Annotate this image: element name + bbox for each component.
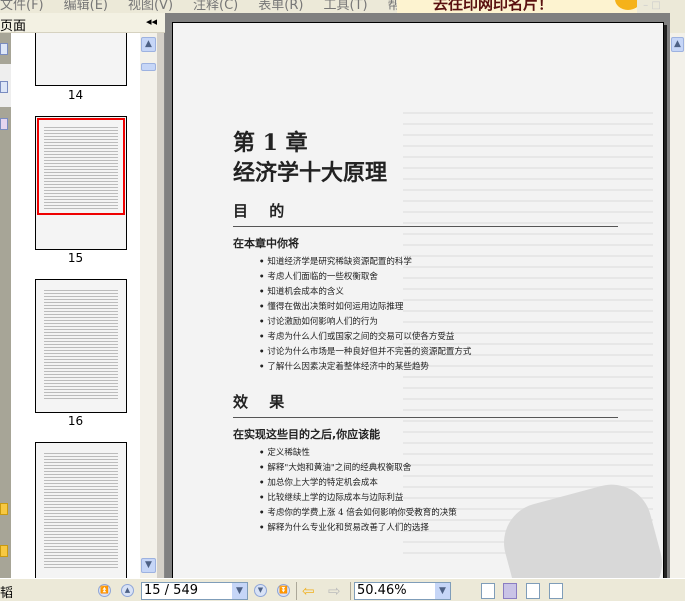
continuous-facing-view-icon[interactable] [549,583,563,599]
status-text: 韬 [0,586,14,601]
pdf-page: 第 1 章 经济学十大原理 目 的 在本章中你将 知道经济学是研究稀缺资源配置的… [172,22,664,578]
list-item: 解释"大炮和黄油"之间的经典权衡取舍 [259,461,618,476]
zoom-value: 50.46% [357,583,407,598]
menu-comment[interactable]: 注释(C) [193,0,238,13]
status-toolbar: 韬 ⏫ ▲ 15 / 549 ▼ ▼ ⏬ ⇦ ⇨ 50.46% ▼ [0,578,685,601]
list-item: 考虑你的学费上涨 4 倍会如何影响你受教育的决策 [259,506,618,521]
pages-panel-header: 页面 ◂◂ [0,13,165,34]
outcomes-list: 定义稀缺性 解释"大炮和黄油"之间的经典权衡取舍 加总你上大学的特定机会成本 比… [259,446,618,536]
first-page-button[interactable]: ⏫ [98,584,111,597]
continuous-view-icon[interactable] [503,583,517,599]
list-item: 比较继续上学的边际成本与边际利益 [259,491,618,506]
window-controls[interactable]: – □ [640,0,685,13]
page-thumbnail-17[interactable] [35,442,127,578]
ad-banner[interactable]: 去往印网印名片！ [397,0,637,13]
list-item: 考虑人们面临的一些权衡取舍 [259,270,618,285]
notes-icon[interactable] [0,545,8,557]
section-heading: 目 的 [233,202,293,220]
facing-view-icon[interactable] [526,583,540,599]
scroll-thumb[interactable] [141,63,156,71]
list-item: 解释为什么专业化和贸易改善了人们的选择 [259,521,618,536]
list-item: 懂得在做出决策时如何运用边际推理 [259,300,618,315]
list-item: 讨论为什么市场是一种良好但并不完善的资源配置方式 [259,345,618,360]
banner-text: 去往印网印名片！ [433,0,554,13]
section-subheading: 在实现这些目的之后,你应该能 [233,428,381,441]
menu-view[interactable]: 视图(V) [128,0,173,13]
panel-splitter[interactable] [157,33,165,578]
next-page-button[interactable]: ▼ [254,584,267,597]
last-page-button[interactable]: ⏬ [277,584,290,597]
thumbnail-label: 16 [67,414,84,428]
section-subheading: 在本章中你将 [233,237,299,250]
list-item: 了解什么因素决定着整体经济中的某些趋势 [259,360,618,375]
panel-title: 页面 [0,19,27,34]
document-view: 第 1 章 经济学十大原理 目 的 在本章中你将 知道经济学是研究稀缺资源配置的… [165,13,670,578]
chevron-down-icon[interactable]: ▼ [435,583,450,599]
single-page-view-icon[interactable] [481,583,495,599]
previous-page-button[interactable]: ▲ [121,584,134,597]
list-item: 考虑为什么人们或国家之间的交易可以使各方受益 [259,330,618,345]
scroll-up-icon[interactable]: ▲ [671,37,684,52]
list-item: 讨论激励如何影响人们的行为 [259,315,618,330]
zoom-field[interactable]: 50.46% ▼ [354,582,451,600]
bookmarks-icon[interactable] [0,43,8,55]
back-arrow-icon[interactable]: ⇦ [302,582,315,600]
menu-form[interactable]: 表单(R) [258,0,303,13]
scroll-down-icon[interactable]: ▼ [141,558,156,573]
thumbnail-label: 15 [67,251,84,265]
list-item: 知道经济学是研究稀缺资源配置的科学 [259,255,618,270]
viewport-selection-frame[interactable] [37,118,125,215]
menu-edit[interactable]: 编辑(E) [64,0,108,13]
list-item: 定义稀缺性 [259,446,618,461]
thumbnail-scrollbar[interactable]: ▲ ▼ [140,33,157,578]
chapter-title: 经济学十大原理 [233,160,388,186]
scroll-up-icon[interactable]: ▲ [141,37,156,52]
goals-list: 知道经济学是研究稀缺资源配置的科学 考虑人们面临的一些权衡取舍 知道机会成本的含… [259,255,618,375]
thumbnail-list: 14 15 16 [11,33,140,578]
list-item: 知道机会成本的含义 [259,285,618,300]
page-thumbnail-14[interactable] [35,33,127,86]
forward-arrow-icon[interactable]: ⇨ [328,582,341,600]
document-scrollbar[interactable]: ▲ [670,33,685,578]
page-number-field[interactable]: 15 / 549 ▼ [141,582,248,600]
chapter-number: 第 1 章 [233,130,308,156]
chevron-down-icon[interactable]: ▼ [232,583,247,599]
menu-file[interactable]: 文件(F) [0,0,44,13]
attachments-icon[interactable] [0,118,8,130]
list-item: 加总你上大学的特定机会成本 [259,476,618,491]
banner-logo-icon [615,0,637,10]
page-thumbnail-16[interactable] [35,279,127,413]
comments-icon[interactable] [0,503,8,515]
pages-icon[interactable] [0,81,8,93]
panel-icon-strip [0,33,11,578]
section-heading: 效 果 [233,393,293,411]
collapse-panel-icon[interactable]: ◂◂ [146,15,157,28]
thumbnail-label: 14 [67,88,84,102]
menu-tools[interactable]: 工具(T) [323,0,367,13]
page-number-value: 15 / 549 [144,583,198,598]
